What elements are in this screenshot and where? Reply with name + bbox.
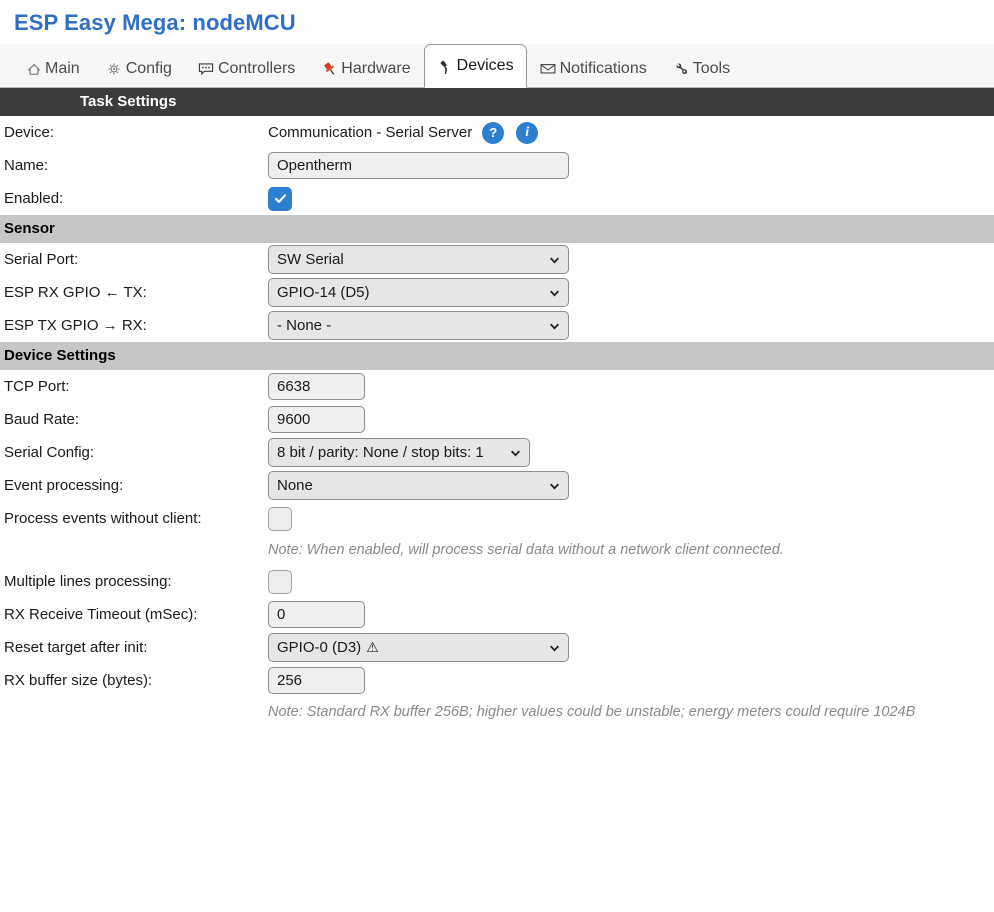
serial-port-value: SW Serial xyxy=(277,251,344,268)
process-events-label: Process events without client: xyxy=(4,510,202,527)
event-processing-label: Event processing: xyxy=(4,477,124,494)
tcp-port-label: TCP Port: xyxy=(4,378,70,395)
section-header-device-settings: Device Settings xyxy=(0,342,994,370)
envelope-icon xyxy=(540,60,557,77)
tx-gpio-value: - None - xyxy=(277,317,332,334)
row-process-events: Process events without client: xyxy=(0,502,994,535)
multiple-lines-label: Multiple lines processing: xyxy=(4,573,172,590)
enabled-label: Enabled: xyxy=(4,190,64,207)
row-event-processing: Event processing: None xyxy=(0,469,994,502)
row-serial-config: Serial Config: 8 bit / parity: None / st… xyxy=(0,436,994,469)
page-header: ESP Easy Mega: nodeMCU xyxy=(0,0,994,36)
row-serial-port: Serial Port: SW Serial xyxy=(0,243,994,276)
name-input[interactable] xyxy=(268,152,569,179)
rx-buffer-label: RX buffer size (bytes): xyxy=(4,672,153,689)
row-tx-gpio: ESP TX GPIO → RX: - None - xyxy=(0,309,994,342)
tab-devices[interactable]: Devices xyxy=(423,44,527,88)
pushpin-icon xyxy=(321,60,338,77)
tab-label-devices: Devices xyxy=(456,57,514,74)
section-header-sensor: Sensor xyxy=(0,215,994,243)
reset-target-value: GPIO-0 (D3) xyxy=(277,639,362,656)
tab-tools[interactable]: Tools xyxy=(660,48,743,88)
row-tcp-port: TCP Port: xyxy=(0,370,994,403)
row-rx-buffer: RX buffer size (bytes): xyxy=(0,664,994,697)
tab-controllers[interactable]: Controllers xyxy=(185,48,308,88)
device-value: Communication - Serial Server xyxy=(268,124,473,141)
row-baud-rate: Baud Rate: xyxy=(0,403,994,436)
tab-label-hardware: Hardware xyxy=(341,59,411,77)
row-multiple-lines: Multiple lines processing: xyxy=(0,565,994,598)
chevron-down-icon xyxy=(549,323,560,330)
section-header-task-settings: Task Settings xyxy=(0,88,994,116)
serial-port-select[interactable]: SW Serial xyxy=(268,245,569,274)
main-tabbar: Main Config Controllers Hardware Devices… xyxy=(0,44,994,88)
row-rx-timeout: RX Receive Timeout (mSec): xyxy=(0,598,994,631)
tab-label-config: Config xyxy=(125,59,172,77)
info-badge-icon[interactable]: i xyxy=(516,121,539,144)
speech-bubble-icon xyxy=(198,60,215,77)
tx-gpio-label: ESP TX GPIO → RX: xyxy=(4,317,147,334)
rx-gpio-value: GPIO-14 (D5) xyxy=(277,284,370,301)
chevron-down-icon xyxy=(549,645,560,652)
row-reset-target: Reset target after init: GPIO-0 (D3) ⚠ xyxy=(0,631,994,664)
tab-hardware[interactable]: Hardware xyxy=(308,48,423,88)
tab-main[interactable]: Main xyxy=(12,48,93,88)
tab-label-tools: Tools xyxy=(692,59,731,77)
baud-rate-label: Baud Rate: xyxy=(4,411,80,428)
rx-gpio-label: ESP RX GPIO ← TX: xyxy=(4,284,147,301)
row-device: Device: Communication - Serial Server ? … xyxy=(0,116,994,149)
process-events-note-row: Note: When enabled, will process serial … xyxy=(0,535,994,565)
serial-port-label: Serial Port: xyxy=(4,251,79,268)
reset-target-select[interactable]: GPIO-0 (D3) ⚠ xyxy=(268,633,569,662)
rx-timeout-input[interactable] xyxy=(268,601,365,628)
rx-buffer-note-row: Note: Standard RX buffer 256B; higher va… xyxy=(0,697,994,727)
plug-icon xyxy=(437,58,454,75)
row-rx-gpio: ESP RX GPIO ← TX: GPIO-14 (D5) xyxy=(0,276,994,309)
event-processing-value: None xyxy=(277,477,313,494)
rx-timeout-label: RX Receive Timeout (mSec): xyxy=(4,606,198,623)
gear-icon xyxy=(106,60,123,77)
rx-buffer-input[interactable] xyxy=(268,667,365,694)
multiple-lines-checkbox[interactable] xyxy=(268,569,292,594)
chevron-down-icon xyxy=(549,483,560,490)
checkmark-icon xyxy=(274,194,286,203)
chevron-down-icon xyxy=(549,257,560,264)
warning-icon: ⚠ xyxy=(366,639,379,655)
enabled-checkbox[interactable] xyxy=(268,186,292,211)
serial-config-select[interactable]: 8 bit / parity: None / stop bits: 1 xyxy=(268,438,530,467)
tab-label-notifications: Notifications xyxy=(559,59,647,77)
device-label: Device: xyxy=(4,124,55,141)
serial-config-label: Serial Config: xyxy=(4,444,95,461)
tab-config[interactable]: Config xyxy=(93,48,185,88)
process-events-note: Note: When enabled, will process serial … xyxy=(268,542,784,558)
chevron-down-icon xyxy=(549,290,560,297)
tab-label-controllers: Controllers xyxy=(217,59,296,77)
event-processing-select[interactable]: None xyxy=(268,471,569,500)
tab-notifications[interactable]: Notifications xyxy=(527,48,660,88)
tx-gpio-select[interactable]: - None - xyxy=(268,311,569,340)
reset-target-label: Reset target after init: xyxy=(4,639,148,656)
rx-buffer-note: Note: Standard RX buffer 256B; higher va… xyxy=(268,704,916,720)
process-events-checkbox[interactable] xyxy=(268,506,292,531)
row-enabled: Enabled: xyxy=(0,182,994,215)
row-name: Name: xyxy=(0,149,994,182)
wrench-icon xyxy=(673,60,690,77)
page-title: ESP Easy Mega: nodeMCU xyxy=(14,10,296,35)
tab-label-main: Main xyxy=(45,59,80,77)
rx-gpio-select[interactable]: GPIO-14 (D5) xyxy=(268,278,569,307)
baud-rate-input[interactable] xyxy=(268,406,365,433)
tcp-port-input[interactable] xyxy=(268,373,365,400)
home-icon xyxy=(25,60,42,77)
serial-config-value: 8 bit / parity: None / stop bits: 1 xyxy=(277,444,484,461)
chevron-down-icon xyxy=(510,450,521,457)
name-label: Name: xyxy=(4,157,49,174)
help-badge-icon[interactable]: ? xyxy=(482,121,505,144)
